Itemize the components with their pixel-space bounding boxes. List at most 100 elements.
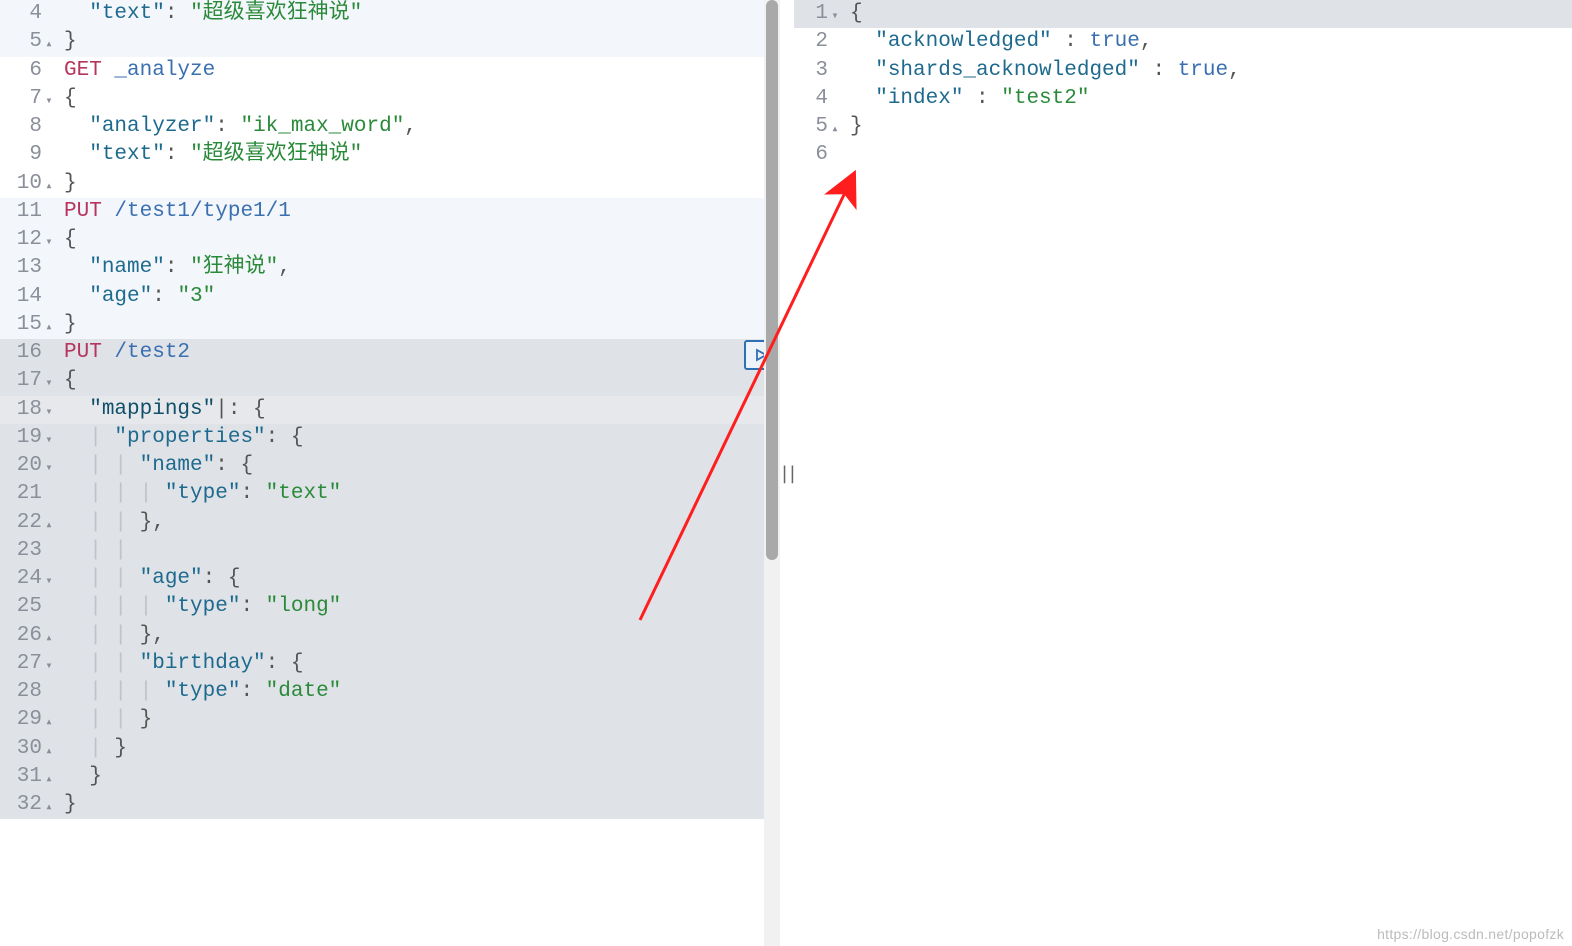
code-text[interactable]: | | }	[64, 706, 780, 734]
code-text[interactable]: | | },	[64, 622, 780, 650]
fold-marker-icon[interactable]: ▾	[828, 2, 842, 30]
code-text[interactable]	[850, 141, 1572, 169]
left-code-line[interactable]: 17▾{	[0, 367, 780, 395]
left-code-line[interactable]: 10▴}	[0, 170, 780, 198]
code-text[interactable]: "shards_acknowledged" : true,	[850, 57, 1572, 85]
code-text[interactable]: | "properties": {	[64, 424, 780, 452]
code-text[interactable]: | | | "type": "text"	[64, 480, 780, 508]
right-code-line[interactable]: 6	[794, 141, 1572, 169]
right-code-line[interactable]: 5▴}	[794, 113, 1572, 141]
fold-marker-icon[interactable]: ▴	[42, 511, 56, 539]
fold-marker-icon[interactable]: ▾	[42, 567, 56, 595]
code-text[interactable]: }	[64, 311, 780, 339]
fold-marker-icon[interactable]: ▾	[42, 87, 56, 115]
gutter: 11	[0, 198, 64, 226]
left-code-line[interactable]: 25 | | | "type": "long"	[0, 593, 780, 621]
code-text[interactable]: | | "name": {	[64, 452, 780, 480]
left-code-line[interactable]: 24▾ | | "age": {	[0, 565, 780, 593]
code-text[interactable]: | | },	[64, 509, 780, 537]
code-text[interactable]: }	[850, 113, 1572, 141]
code-text[interactable]: {	[64, 226, 780, 254]
left-code-line[interactable]: 8 "analyzer": "ik_max_word",	[0, 113, 780, 141]
gutter: 14	[0, 283, 64, 311]
fold-marker-icon[interactable]: ▴	[42, 172, 56, 200]
fold-marker-icon[interactable]: ▴	[42, 737, 56, 765]
fold-marker-icon[interactable]: ▴	[42, 793, 56, 821]
code-text[interactable]: GET _analyze	[64, 57, 780, 85]
code-text[interactable]: | | "birthday": {	[64, 650, 780, 678]
code-text[interactable]: | | | "type": "long"	[64, 593, 780, 621]
left-code-line[interactable]: 7▾{	[0, 85, 780, 113]
fold-marker-icon[interactable]: ▾	[42, 454, 56, 482]
left-code-line[interactable]: 16PUT /test2	[0, 339, 780, 367]
left-code-line[interactable]: 9 "text": "超级喜欢狂神说"	[0, 141, 780, 169]
code-text[interactable]: "name": "狂神说",	[64, 254, 780, 282]
left-code-line[interactable]: 5▴}	[0, 28, 780, 56]
left-code-line[interactable]: 32▴}	[0, 791, 780, 819]
left-code-line[interactable]: 15▴}	[0, 311, 780, 339]
code-text[interactable]: }	[64, 28, 780, 56]
left-code-line[interactable]: 20▾ | | "name": {	[0, 452, 780, 480]
code-text[interactable]: | |	[64, 537, 780, 565]
code-text[interactable]: }	[64, 170, 780, 198]
fold-marker-icon[interactable]: ▾	[42, 228, 56, 256]
left-code-line[interactable]: 23 | |	[0, 537, 780, 565]
left-code-line[interactable]: 31▴ }	[0, 763, 780, 791]
code-text[interactable]: }	[64, 763, 780, 791]
fold-marker-icon[interactable]: ▴	[42, 30, 56, 58]
code-text[interactable]: "text": "超级喜欢狂神说"	[64, 0, 780, 28]
left-code-line[interactable]: 28 | | | "type": "date"	[0, 678, 780, 706]
left-code-line[interactable]: 19▾ | "properties": {	[0, 424, 780, 452]
gutter: 25	[0, 593, 64, 621]
fold-marker-icon[interactable]: ▴	[42, 313, 56, 341]
response-pane[interactable]: 1▾{2 "acknowledged" : true,3 "shards_ack…	[794, 0, 1572, 946]
left-code-line[interactable]: 12▾{	[0, 226, 780, 254]
left-code-line[interactable]: 22▴ | | },	[0, 509, 780, 537]
left-code-line[interactable]: 6GET _analyze	[0, 57, 780, 85]
code-text[interactable]: "index" : "test2"	[850, 85, 1572, 113]
left-code-line[interactable]: 21 | | | "type": "text"	[0, 480, 780, 508]
code-text[interactable]: PUT /test1/type1/1	[64, 198, 780, 226]
left-code-line[interactable]: 18▾ "mappings"|: {	[0, 396, 780, 424]
left-code-line[interactable]: 11PUT /test1/type1/1	[0, 198, 780, 226]
fold-marker-icon[interactable]: ▴	[42, 708, 56, 736]
left-code-line[interactable]: 14 "age": "3"	[0, 283, 780, 311]
left-code-line[interactable]: 4 "text": "超级喜欢狂神说"	[0, 0, 780, 28]
fold-marker-icon[interactable]: ▴	[828, 115, 842, 143]
code-text[interactable]: {	[850, 0, 1572, 28]
code-text[interactable]: {	[64, 85, 780, 113]
gutter: 24▾	[0, 565, 64, 593]
fold-marker-icon[interactable]: ▴	[42, 765, 56, 793]
right-code-line[interactable]: 1▾{	[794, 0, 1572, 28]
code-text[interactable]: "mappings"|: {	[64, 396, 780, 424]
code-text[interactable]: {	[64, 367, 780, 395]
left-code-line[interactable]: 26▴ | | },	[0, 622, 780, 650]
code-text[interactable]: "analyzer": "ik_max_word",	[64, 113, 780, 141]
code-text[interactable]: }	[64, 791, 780, 819]
scrollbar-thumb[interactable]	[766, 0, 778, 560]
left-code-line[interactable]: 13 "name": "狂神说",	[0, 254, 780, 282]
left-code-line[interactable]: 30▴ | }	[0, 735, 780, 763]
fold-marker-icon[interactable]: ▾	[42, 369, 56, 397]
scrollbar-track[interactable]	[764, 0, 780, 946]
code-text[interactable]: | | | "type": "date"	[64, 678, 780, 706]
code-text[interactable]: "acknowledged" : true,	[850, 28, 1572, 56]
right-code-line[interactable]: 3 "shards_acknowledged" : true,	[794, 57, 1572, 85]
line-number: 14	[12, 283, 42, 311]
pane-divider[interactable]: ||	[780, 0, 794, 946]
request-editor-pane[interactable]: 4 "text": "超级喜欢狂神说"5▴}6GET _analyze7▾{8 …	[0, 0, 780, 946]
fold-marker-icon[interactable]: ▴	[42, 624, 56, 652]
left-code-line[interactable]: 27▾ | | "birthday": {	[0, 650, 780, 678]
code-text[interactable]: "text": "超级喜欢狂神说"	[64, 141, 780, 169]
fold-marker-icon[interactable]: ▾	[42, 652, 56, 680]
code-text[interactable]: "age": "3"	[64, 283, 780, 311]
right-code-line[interactable]: 4 "index" : "test2"	[794, 85, 1572, 113]
code-text[interactable]: PUT /test2	[64, 339, 780, 367]
right-code-line[interactable]: 2 "acknowledged" : true,	[794, 28, 1572, 56]
fold-marker-icon[interactable]: ▾	[42, 398, 56, 426]
fold-marker-icon[interactable]: ▾	[42, 426, 56, 454]
line-number: 19	[12, 424, 42, 452]
left-code-line[interactable]: 29▴ | | }	[0, 706, 780, 734]
code-text[interactable]: | | "age": {	[64, 565, 780, 593]
code-text[interactable]: | }	[64, 735, 780, 763]
